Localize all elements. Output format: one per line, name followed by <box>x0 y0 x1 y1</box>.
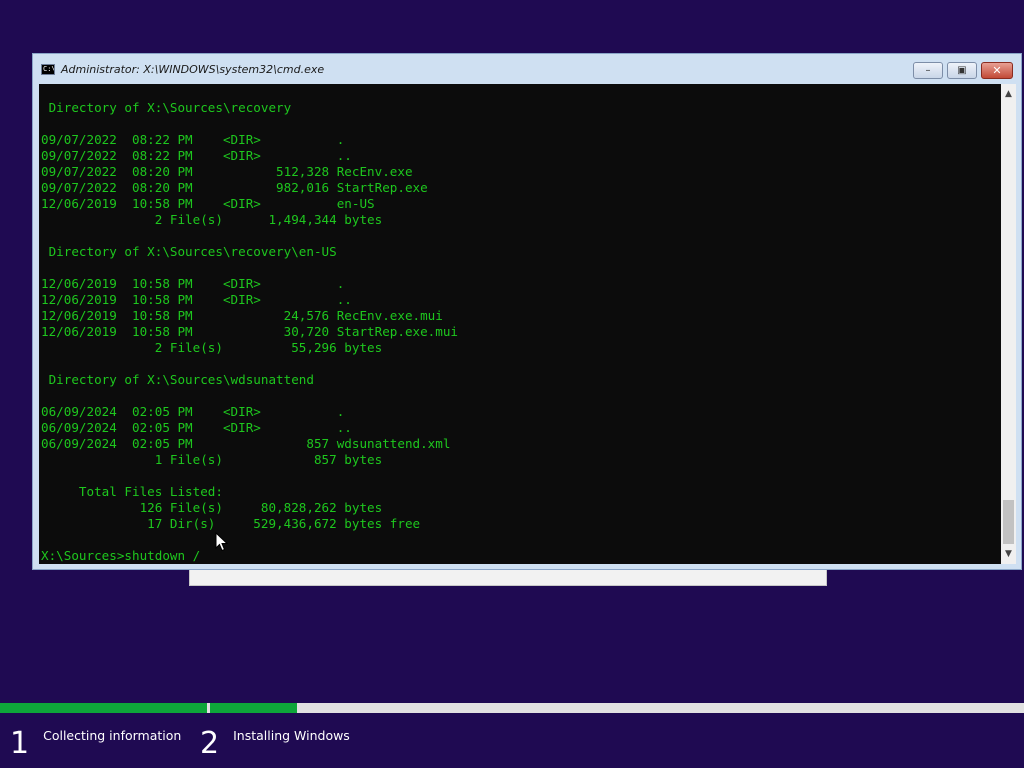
step-installing-windows: 2 Installing Windows <box>200 724 350 764</box>
console-line: X:\Sources>shutdown / <box>41 548 201 563</box>
cmd-window: C:\ Administrator: X:\WINDOWS\system32\c… <box>32 53 1022 570</box>
vertical-scrollbar[interactable]: ▲ ▼ <box>1001 84 1016 564</box>
console-line: Directory of X:\Sources\recovery\en-US <box>41 244 337 259</box>
console-line: 12/06/2019 10:58 PM 24,576 RecEnv.exe.mu… <box>41 308 443 323</box>
window-title: Administrator: X:\WINDOWS\system32\cmd.e… <box>61 62 325 76</box>
console-line: 06/09/2024 02:05 PM <DIR> .. <box>41 420 352 435</box>
console-output[interactable]: Directory of X:\Sources\recovery 09/07/20… <box>39 84 1001 564</box>
step-number: 1 <box>10 726 30 761</box>
scroll-down-icon[interactable]: ▼ <box>1001 546 1016 562</box>
console-line: 09/07/2022 08:20 PM 512,328 RecEnv.exe <box>41 164 413 179</box>
console-line: 1 File(s) 857 bytes <box>41 452 383 467</box>
console-line: 2 File(s) 55,296 bytes <box>41 340 383 355</box>
mouse-pointer-icon <box>215 532 229 552</box>
console-line: 2 File(s) 1,494,344 bytes <box>41 212 383 227</box>
scroll-up-icon[interactable]: ▲ <box>1001 86 1016 102</box>
console-line: 09/07/2022 08:20 PM 982,016 StartRep.exe <box>41 180 428 195</box>
console-text: Directory of X:\Sources\recovery 09/07/20… <box>41 100 458 564</box>
console-line: Directory of X:\Sources\recovery <box>41 100 292 115</box>
restore-icon: ▣ <box>957 64 967 76</box>
restore-button[interactable]: ▣ <box>947 62 977 79</box>
console-line: 17 Dir(s) 529,436,672 bytes free <box>41 516 421 531</box>
minimize-icon: – <box>925 64 931 76</box>
console-line: 06/09/2024 02:05 PM 857 wdsunattend.xml <box>41 436 451 451</box>
minimize-button[interactable]: – <box>913 62 943 79</box>
progress-segment-1 <box>0 703 207 713</box>
step-collecting-information: 1 Collecting information <box>10 724 181 764</box>
step-number: 2 <box>200 726 220 761</box>
console-line: 12/06/2019 10:58 PM <DIR> .. <box>41 292 352 307</box>
scroll-thumb[interactable] <box>1003 500 1014 544</box>
close-button[interactable]: ✕ <box>981 62 1013 79</box>
close-icon: ✕ <box>992 64 1002 77</box>
progress-fill-2 <box>210 703 298 713</box>
cmd-icon: C:\ <box>41 63 55 75</box>
console-line: 12/06/2019 10:58 PM 30,720 StartRep.exe.… <box>41 324 459 339</box>
console-line: 09/07/2022 08:22 PM <DIR> . <box>41 132 345 147</box>
console-line: 126 File(s) 80,828,262 bytes <box>41 500 383 515</box>
console-line: 09/07/2022 08:22 PM <DIR> .. <box>41 148 352 163</box>
progress-fill-1 <box>0 703 207 713</box>
window-controls: – ▣ ✕ <box>913 62 1013 79</box>
step-label: Collecting information <box>43 728 182 743</box>
console-line: 12/06/2019 10:58 PM <DIR> en-US <box>41 196 375 211</box>
title-bar[interactable]: C:\ Administrator: X:\WINDOWS\system32\c… <box>33 54 1021 84</box>
progress-segment-2 <box>210 703 1024 713</box>
setup-progress-bar <box>0 703 1024 713</box>
console-line: 06/09/2024 02:05 PM <DIR> . <box>41 404 345 419</box>
console-line: 12/06/2019 10:58 PM <DIR> . <box>41 276 345 291</box>
console-line: Directory of X:\Sources\wdsunattend <box>41 372 314 387</box>
console-line: Total Files Listed: <box>41 484 223 499</box>
step-label: Installing Windows <box>233 728 350 743</box>
